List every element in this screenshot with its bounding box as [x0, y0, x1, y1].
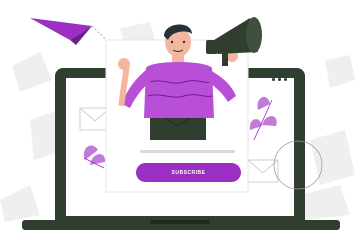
envelope-icon — [247, 159, 279, 183]
dot-icon — [278, 78, 281, 81]
paper-plane-icon — [30, 18, 116, 49]
dot-icon — [272, 78, 275, 81]
card-text-line — [140, 150, 235, 153]
illustration-canvas — [0, 17, 355, 230]
browser-window-dots — [272, 78, 287, 81]
dot-icon — [284, 78, 287, 81]
newsletter-subscribe-illustration: SUBSCRIBE — [0, 0, 363, 240]
subscribe-button-label: SUBSCRIBE — [171, 169, 206, 176]
subscribe-button[interactable]: SUBSCRIBE — [136, 163, 241, 182]
